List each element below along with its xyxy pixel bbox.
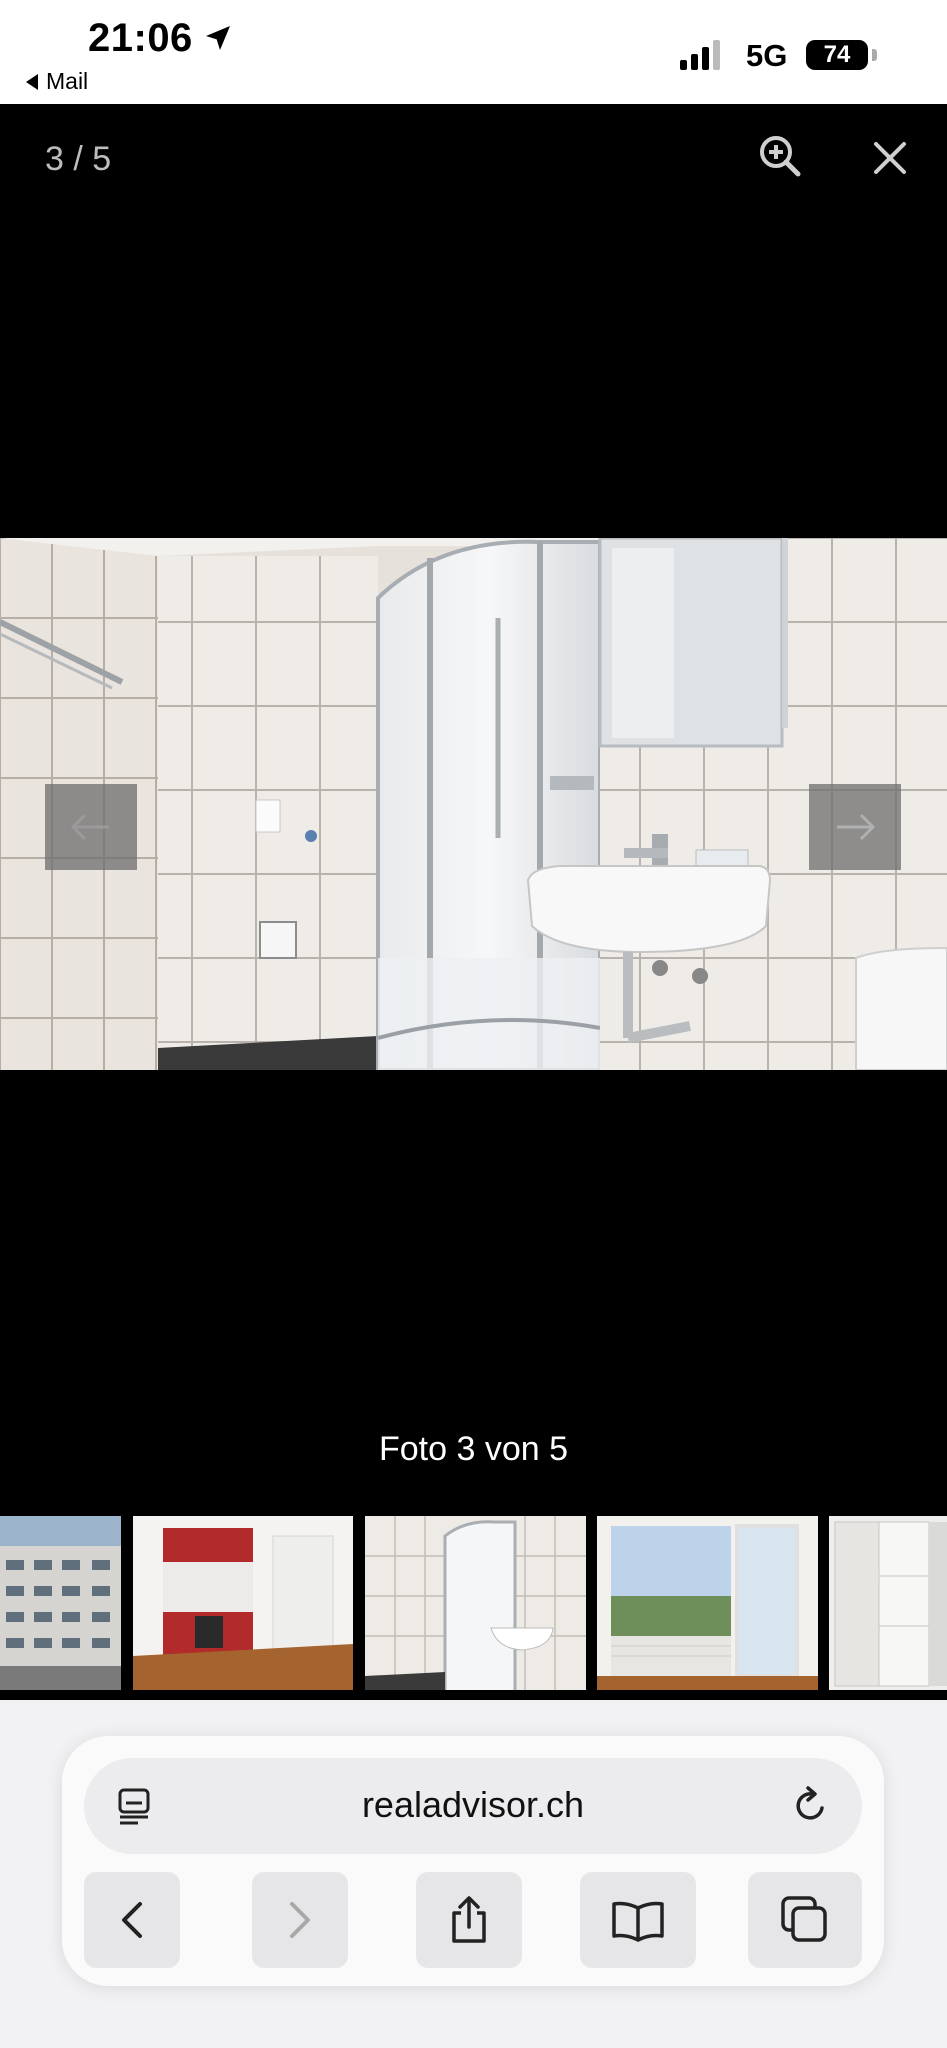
window-view-thumb [597, 1516, 818, 1690]
previous-photo-button[interactable] [45, 784, 137, 870]
building-exterior-thumb [0, 1516, 121, 1690]
bathroom-thumb [365, 1516, 586, 1690]
thumbnail-5[interactable] [829, 1516, 947, 1690]
status-time: 21:06 [88, 16, 193, 60]
thumbnail-strip [0, 1510, 947, 1690]
battery-icon: 74 [806, 40, 868, 70]
thumbnail-4[interactable] [597, 1516, 818, 1690]
back-app-label: Mail [46, 68, 89, 94]
arrow-left-icon [70, 813, 109, 841]
back-triangle-icon [26, 73, 38, 90]
forward-icon [290, 1902, 310, 1938]
photo-caption: Foto 3 von 5 [378, 1430, 568, 1468]
kitchen-thumb [133, 1516, 353, 1690]
bookmarks-icon [612, 1901, 664, 1942]
battery-nub [872, 49, 877, 61]
thumbnail-1[interactable] [0, 1516, 121, 1690]
photo-viewer: 3 / 5 Foto 3 von 5 [0, 104, 947, 1700]
thumbnail-3[interactable] [365, 1516, 586, 1690]
bookmarks-button[interactable] [580, 1872, 696, 1968]
address-bar[interactable]: realadvisor.ch [84, 1758, 862, 1854]
share-button[interactable] [416, 1872, 522, 1968]
back-icon [122, 1902, 142, 1938]
zoom-in-icon[interactable] [754, 130, 806, 182]
back-button[interactable] [84, 1872, 180, 1968]
browser-chrome: realadvisor.ch [0, 1700, 947, 2048]
status-bar: 21:06 Mail 5G 74 [0, 0, 947, 104]
arrow-right-icon [837, 813, 876, 841]
browser-panel: realadvisor.ch [62, 1736, 884, 1986]
url-text: realadvisor.ch [361, 1784, 585, 1825]
next-photo-button[interactable] [809, 784, 901, 870]
tabs-icon [781, 1896, 827, 1942]
cellular-signal-icon [680, 40, 720, 70]
location-arrow-icon [206, 26, 230, 50]
share-icon [452, 1896, 486, 1943]
main-photo[interactable] [0, 538, 947, 1070]
back-to-app-link[interactable]: Mail [26, 68, 88, 95]
battery-level: 74 [823, 41, 851, 68]
tabs-button[interactable] [748, 1872, 862, 1968]
forward-button[interactable] [252, 1872, 348, 1968]
photo-counter: 3 / 5 [45, 140, 112, 178]
network-type: 5G [746, 38, 788, 73]
bathroom-photo [0, 538, 947, 1070]
thumbnail-2[interactable] [133, 1516, 353, 1690]
closet-thumb [829, 1516, 947, 1690]
reload-icon[interactable] [788, 1784, 832, 1828]
close-icon[interactable] [864, 132, 916, 184]
